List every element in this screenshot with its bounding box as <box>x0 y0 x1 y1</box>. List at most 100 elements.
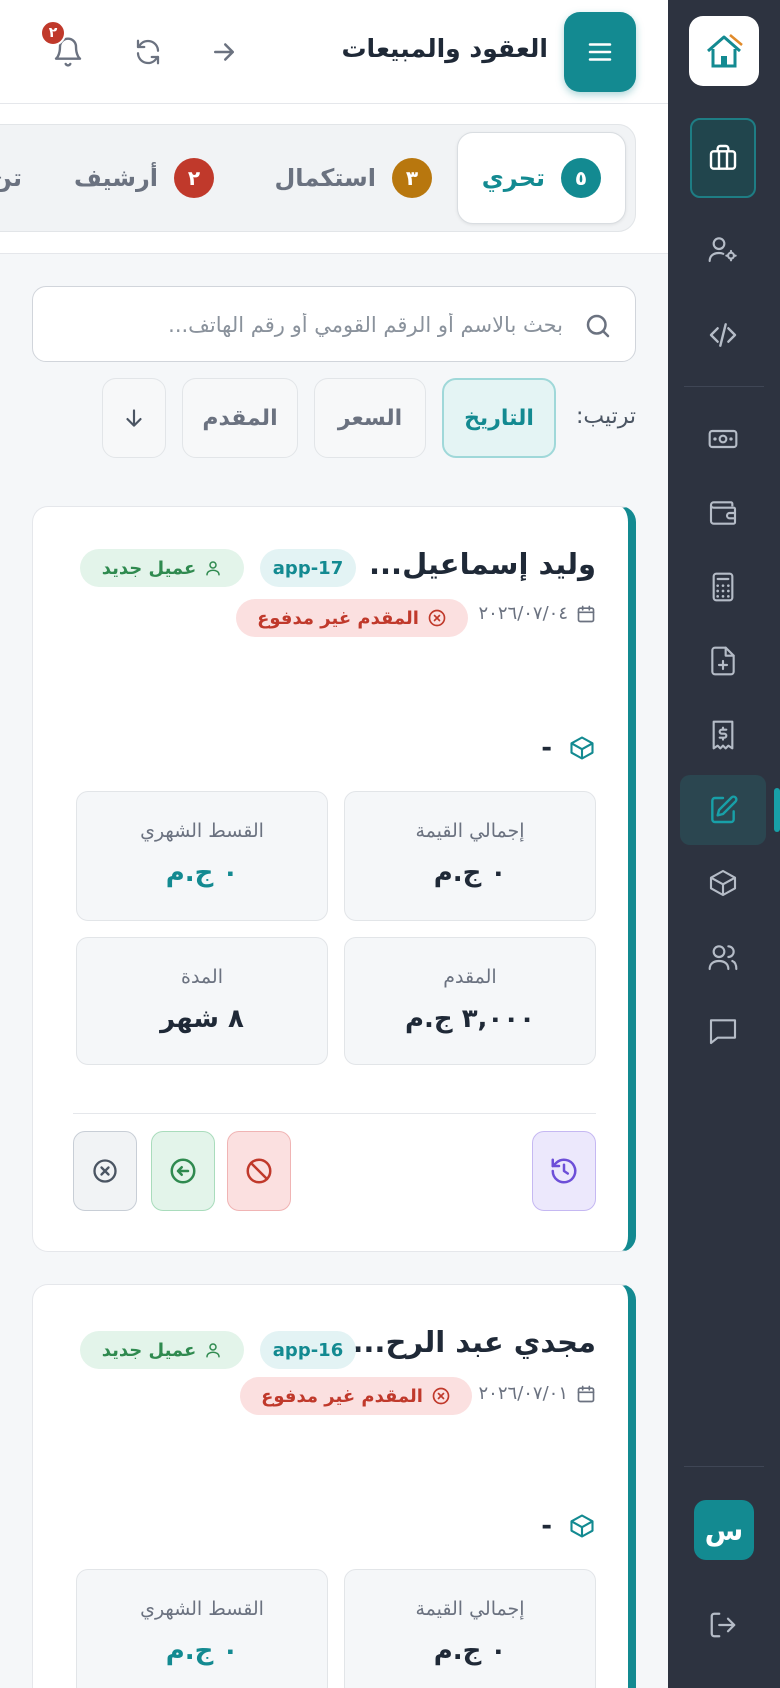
sidebar-item-new-file[interactable] <box>692 630 754 692</box>
page-title: العقود والمبيعات <box>341 34 548 63</box>
receipt-dollar-icon <box>712 720 734 750</box>
home-logo[interactable] <box>689 16 759 86</box>
stat-value: ٠ ج.م <box>165 858 239 888</box>
arrow-right-icon <box>214 43 234 61</box>
edit-document-icon <box>711 795 738 824</box>
wallet-icon <box>709 501 737 525</box>
payment-status-badge: المقدم غير مدفوع <box>240 1377 472 1415</box>
stat-value: ٨ شهر <box>160 1004 244 1034</box>
calendar-icon <box>577 605 595 622</box>
sort-by-down-payment-button[interactable]: المقدم <box>182 378 298 458</box>
back-button[interactable] <box>202 30 246 74</box>
user-icon <box>206 561 221 576</box>
tab-count-badge: ٥ <box>561 158 601 198</box>
monthly-installment-stat: القسط الشهري ٠ ج.م <box>76 791 328 921</box>
payment-status-label: المقدم غير مدفوع <box>257 607 419 629</box>
sidebar-divider-bottom <box>684 1466 764 1467</box>
stat-label: المقدم <box>443 966 497 988</box>
x-circle-icon <box>428 609 446 627</box>
sidebar-item-wallet[interactable] <box>692 482 754 544</box>
date-value: ٢٠٢٦/٠٧/٠١ <box>478 1383 568 1404</box>
chat-icon <box>709 1019 737 1045</box>
cancel-button[interactable] <box>73 1131 137 1211</box>
advance-button[interactable] <box>151 1131 215 1211</box>
sort-direction-button[interactable] <box>102 378 166 458</box>
sidebar-item-customers[interactable] <box>692 926 754 988</box>
sidebar-item-receipts[interactable] <box>692 704 754 766</box>
user-avatar[interactable]: س <box>694 1500 754 1560</box>
payment-status-badge: المقدم غير مدفوع <box>236 599 468 637</box>
calculator-icon <box>712 572 734 602</box>
tab-completion[interactable]: ٣ استكمال <box>274 132 432 224</box>
tab-count-badge: ٣ <box>392 158 432 198</box>
total-value-stat: إجمالي القيمة ٠ ج.م <box>344 791 596 921</box>
stat-value: ٠ ج.م <box>433 858 507 888</box>
new-customer-label: عميل جديد <box>101 1339 197 1361</box>
product-row: - <box>541 1511 596 1541</box>
new-customer-label: عميل جديد <box>101 557 197 579</box>
tab-count-badge: ٢ <box>174 158 214 198</box>
down-payment-stat: المقدم ٣,٠٠٠ ج.م <box>344 937 596 1065</box>
box-icon <box>709 869 737 897</box>
user-icon <box>206 1343 221 1358</box>
customer-name: مجدي عبد الرح... <box>352 1325 596 1359</box>
menu-button[interactable] <box>564 12 636 92</box>
reject-button[interactable] <box>227 1131 291 1211</box>
sort-by-date-button[interactable]: التاريخ <box>442 378 556 458</box>
x-circle-icon <box>93 1159 117 1183</box>
sidebar-item-cash[interactable] <box>692 408 754 470</box>
new-customer-badge: عميل جديد <box>80 549 244 587</box>
hamburger-icon <box>588 43 612 61</box>
payment-status-label: المقدم غير مدفوع <box>261 1385 423 1407</box>
sidebar-item-user-settings[interactable] <box>692 218 754 280</box>
ban-icon <box>246 1158 272 1184</box>
search-input[interactable] <box>63 305 563 345</box>
contract-date: ٢٠٢٦/٠٧/٠١ <box>479 1383 596 1404</box>
refresh-button[interactable] <box>126 30 170 74</box>
stat-label: المدة <box>181 966 223 988</box>
contract-date: ٢٠٢٦/٠٧/٠٤ <box>479 603 596 624</box>
sort-label: ترتيب: <box>575 404 636 429</box>
refresh-icon <box>136 39 160 65</box>
contract-card[interactable]: مجدي عبد الرح... app-16 عميل جديد ٢٠٢٦/٠… <box>32 1284 636 1688</box>
sort-by-price-button[interactable]: السعر <box>314 378 426 458</box>
contract-card[interactable]: وليد إسماعيل... app-17 عميل جديد ٢٠٢٦/٠٧… <box>32 506 636 1252</box>
tab-label: تن <box>0 164 22 192</box>
tab-investigation[interactable]: ٥ تحري <box>456 132 626 224</box>
tab-label: أرشيف <box>73 164 158 192</box>
sidebar-item-developer[interactable] <box>692 304 754 366</box>
sidebar-item-calculator[interactable] <box>692 556 754 618</box>
notification-badge: ٢ <box>40 20 66 46</box>
calendar-icon <box>577 1385 595 1402</box>
logout-icon <box>710 1612 736 1638</box>
app-id-badge: app-17 <box>260 549 356 587</box>
users-icon <box>708 945 738 971</box>
logout-button[interactable] <box>692 1594 754 1656</box>
search-icon <box>583 311 613 341</box>
status-tabs: ٥ تحري ٣ استكمال ٢ أرشيف تن <box>0 104 668 254</box>
sidebar-item-contracts[interactable] <box>680 775 766 845</box>
product-row: - <box>541 733 596 763</box>
sidebar: س <box>668 0 780 1688</box>
briefcase-icon <box>709 144 737 170</box>
stat-value: ٣,٠٠٠ ج.م <box>404 1004 536 1034</box>
history-button[interactable] <box>532 1131 596 1211</box>
sidebar-divider <box>684 386 764 387</box>
new-customer-badge: عميل جديد <box>80 1331 244 1369</box>
stat-value: ٠ ج.م <box>165 1636 239 1666</box>
duration-stat: المدة ٨ شهر <box>76 937 328 1065</box>
sidebar-item-sales[interactable] <box>690 118 756 198</box>
tab-label: استكمال <box>274 164 376 192</box>
cash-icon <box>708 429 738 449</box>
file-plus-icon <box>711 646 735 676</box>
tab-archive[interactable]: ٢ أرشيف <box>74 132 214 224</box>
arrow-left-circle-icon <box>170 1158 196 1184</box>
monthly-installment-stat: القسط الشهري ٠ ج.م <box>76 1569 328 1688</box>
tab-partial[interactable]: تن <box>0 132 22 224</box>
house-logo-icon <box>707 34 743 68</box>
box-icon <box>570 736 594 760</box>
sidebar-item-messages[interactable] <box>692 1000 754 1062</box>
sidebar-item-products[interactable] <box>692 852 754 914</box>
total-value-stat: إجمالي القيمة ٠ ج.م <box>344 1569 596 1688</box>
user-settings-icon <box>708 237 737 263</box>
